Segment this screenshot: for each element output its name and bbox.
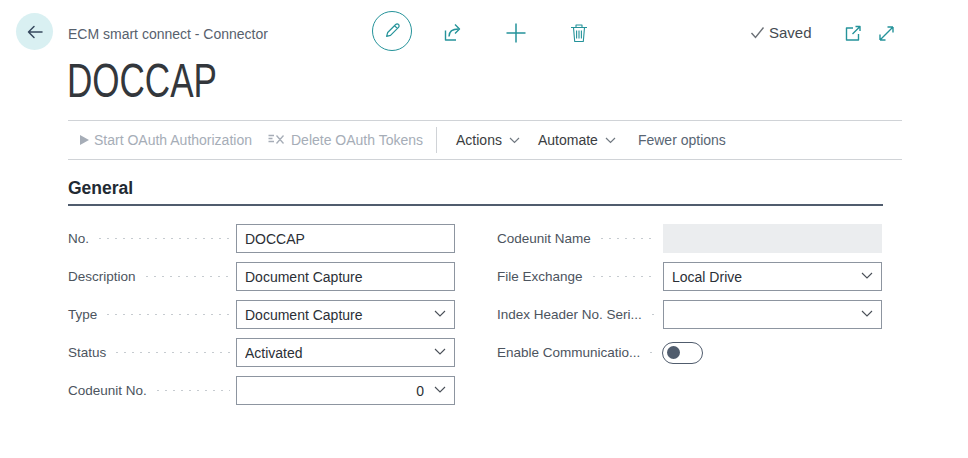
- fewer-options-label: Fewer options: [638, 132, 726, 148]
- field-row-type: Type: [68, 300, 455, 329]
- codeunit-no-select[interactable]: [236, 376, 455, 405]
- codeunit-no-label: Codeunit No.: [68, 383, 147, 398]
- section-title-general[interactable]: General: [68, 178, 133, 199]
- saved-label: Saved: [769, 24, 812, 41]
- action-bar-separator: [436, 127, 437, 153]
- dotted-leader: [598, 224, 657, 253]
- delete-button[interactable]: [566, 20, 592, 46]
- codeunit-name-input: [663, 224, 882, 253]
- field-row-file-exchange: File Exchange: [497, 262, 882, 291]
- back-arrow-icon: [25, 22, 45, 42]
- index-header-no-series-label: Index Header No. Seri...: [497, 307, 642, 322]
- action-bar: Start OAuth Authorization Delete OAuth T…: [68, 120, 902, 160]
- play-icon: [80, 135, 89, 145]
- delete-oauth-tokens-button[interactable]: Delete OAuth Tokens: [267, 132, 423, 148]
- connector-card-page: ECM smart connect - Connector Saved DOCC…: [0, 0, 968, 458]
- dotted-leader: [590, 262, 657, 291]
- section-title-underline: [68, 204, 883, 206]
- trash-icon: [568, 22, 590, 44]
- enable-communication-label: Enable Communicatio...: [497, 345, 640, 360]
- description-input[interactable]: [236, 262, 455, 291]
- check-icon: [750, 26, 765, 39]
- file-exchange-label: File Exchange: [497, 269, 583, 284]
- share-icon: [442, 22, 464, 44]
- dotted-leader: [154, 376, 230, 405]
- field-row-codeunit-name: Codeunit Name: [497, 224, 882, 253]
- start-oauth-label: Start OAuth Authorization: [94, 132, 252, 148]
- automate-label: Automate: [538, 132, 598, 148]
- back-button[interactable]: [16, 13, 53, 50]
- pencil-icon: [382, 21, 402, 41]
- share-button[interactable]: [440, 20, 466, 46]
- index-header-no-series-select[interactable]: [663, 300, 882, 329]
- no-label: No.: [68, 231, 89, 246]
- codeunit-name-label: Codeunit Name: [497, 231, 591, 246]
- start-oauth-authorization-button[interactable]: Start OAuth Authorization: [80, 132, 252, 148]
- field-row-codeunit-no: Codeunit No.: [68, 376, 455, 405]
- chevron-down-icon: [509, 137, 520, 144]
- fewer-options-button[interactable]: Fewer options: [638, 132, 726, 148]
- toggle-knob: [667, 346, 680, 359]
- chevron-down-icon: [605, 137, 616, 144]
- fullscreen-button[interactable]: [874, 21, 898, 45]
- dotted-leader: [104, 300, 230, 329]
- dotted-leader: [113, 338, 230, 367]
- page-title: DOCCAP: [67, 53, 217, 108]
- file-exchange-select[interactable]: [663, 262, 882, 291]
- edit-button[interactable]: [372, 11, 412, 51]
- field-row-no: No.: [68, 224, 455, 253]
- new-button[interactable]: [503, 20, 529, 46]
- actions-menu-button[interactable]: Actions: [456, 132, 520, 148]
- dotted-leader: [647, 338, 656, 367]
- automate-menu-button[interactable]: Automate: [538, 132, 616, 148]
- type-label: Type: [68, 307, 97, 322]
- description-label: Description: [68, 269, 136, 284]
- dotted-leader: [143, 262, 230, 291]
- type-select[interactable]: [236, 300, 455, 329]
- dotted-leader: [96, 224, 230, 253]
- status-select[interactable]: [236, 338, 455, 367]
- actions-label: Actions: [456, 132, 502, 148]
- enable-communication-toggle[interactable]: [662, 342, 703, 364]
- popout-icon: [843, 23, 864, 44]
- no-input[interactable]: [236, 224, 455, 253]
- expand-icon: [876, 23, 897, 44]
- breadcrumb: ECM smart connect - Connector: [68, 26, 268, 42]
- delete-tokens-label: Delete OAuth Tokens: [291, 132, 423, 148]
- delete-tokens-icon: [267, 133, 285, 147]
- dotted-leader: [649, 300, 657, 329]
- save-status: Saved: [750, 24, 812, 41]
- field-row-status: Status: [68, 338, 455, 367]
- open-in-window-button[interactable]: [841, 21, 865, 45]
- field-row-enable-communication: Enable Communicatio...: [497, 338, 881, 367]
- status-label: Status: [68, 345, 106, 360]
- field-row-description: Description: [68, 262, 455, 291]
- field-row-index-header: Index Header No. Seri...: [497, 300, 882, 329]
- plus-icon: [504, 21, 528, 45]
